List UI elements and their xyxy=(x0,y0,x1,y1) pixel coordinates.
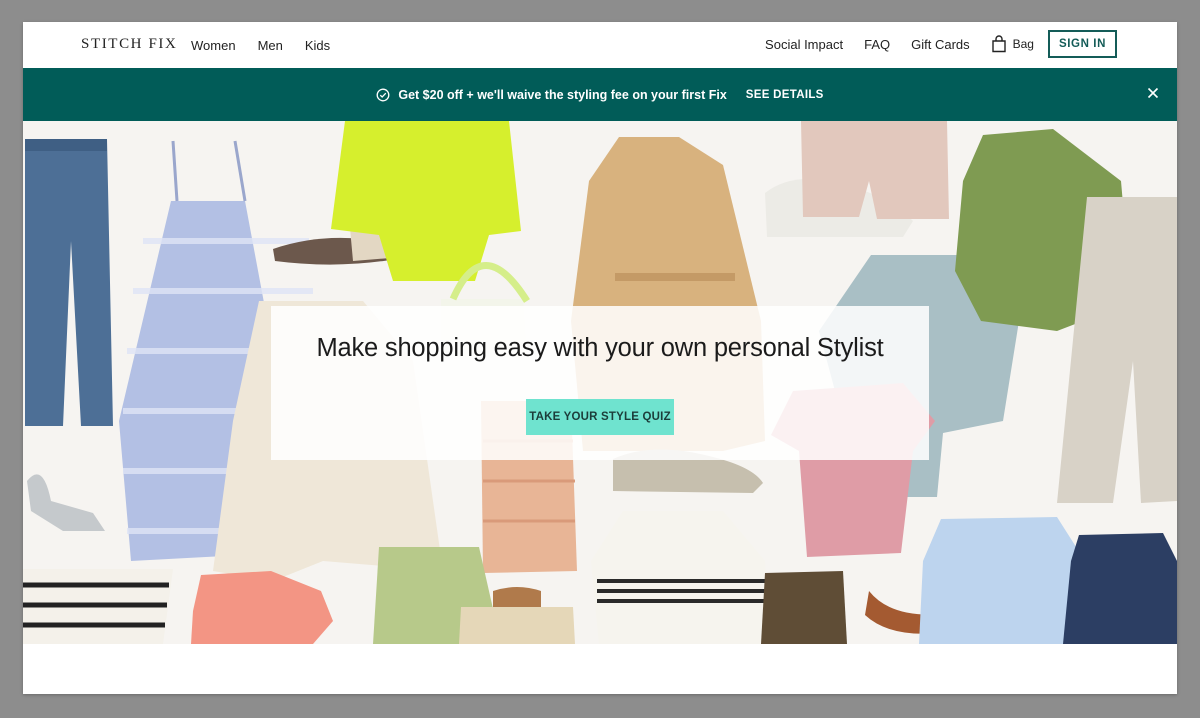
nav-social-impact[interactable]: Social Impact xyxy=(765,37,843,52)
check-circle-icon xyxy=(376,88,390,101)
shopping-bag-icon xyxy=(991,35,1006,53)
nav-faq[interactable]: FAQ xyxy=(864,37,890,52)
site-header: STITCH FIX Women Men Kids Social Impact … xyxy=(23,22,1177,68)
browser-page: STITCH FIX Women Men Kids Social Impact … xyxy=(23,22,1177,694)
style-quiz-button[interactable]: TAKE YOUR STYLE QUIZ xyxy=(526,399,674,435)
hero-card: Make shopping easy with your own persona… xyxy=(271,306,929,460)
close-icon[interactable] xyxy=(1147,87,1159,99)
primary-nav: Women Men Kids xyxy=(191,38,330,53)
hero-headline: Make shopping easy with your own persona… xyxy=(316,334,884,362)
promo-text: Get $20 off + we'll waive the styling fe… xyxy=(398,87,727,102)
sign-in-button[interactable]: SIGN IN xyxy=(1047,30,1117,58)
bag-button[interactable]: Bag xyxy=(991,35,1034,53)
brand-logo[interactable]: STITCH FIX xyxy=(81,36,177,53)
nav-women[interactable]: Women xyxy=(191,38,236,53)
nav-gift-cards[interactable]: Gift Cards xyxy=(911,37,970,52)
bag-label: Bag xyxy=(1012,37,1034,51)
hero-section: Make shopping easy with your own persona… xyxy=(23,121,1177,644)
nav-kids[interactable]: Kids xyxy=(305,38,330,53)
promo-banner: Get $20 off + we'll waive the styling fe… xyxy=(23,68,1177,121)
secondary-nav: Social Impact FAQ Gift Cards Bag SIGN IN xyxy=(765,30,1117,58)
see-details-link[interactable]: SEE DETAILS xyxy=(746,89,824,101)
nav-men[interactable]: Men xyxy=(258,38,283,53)
